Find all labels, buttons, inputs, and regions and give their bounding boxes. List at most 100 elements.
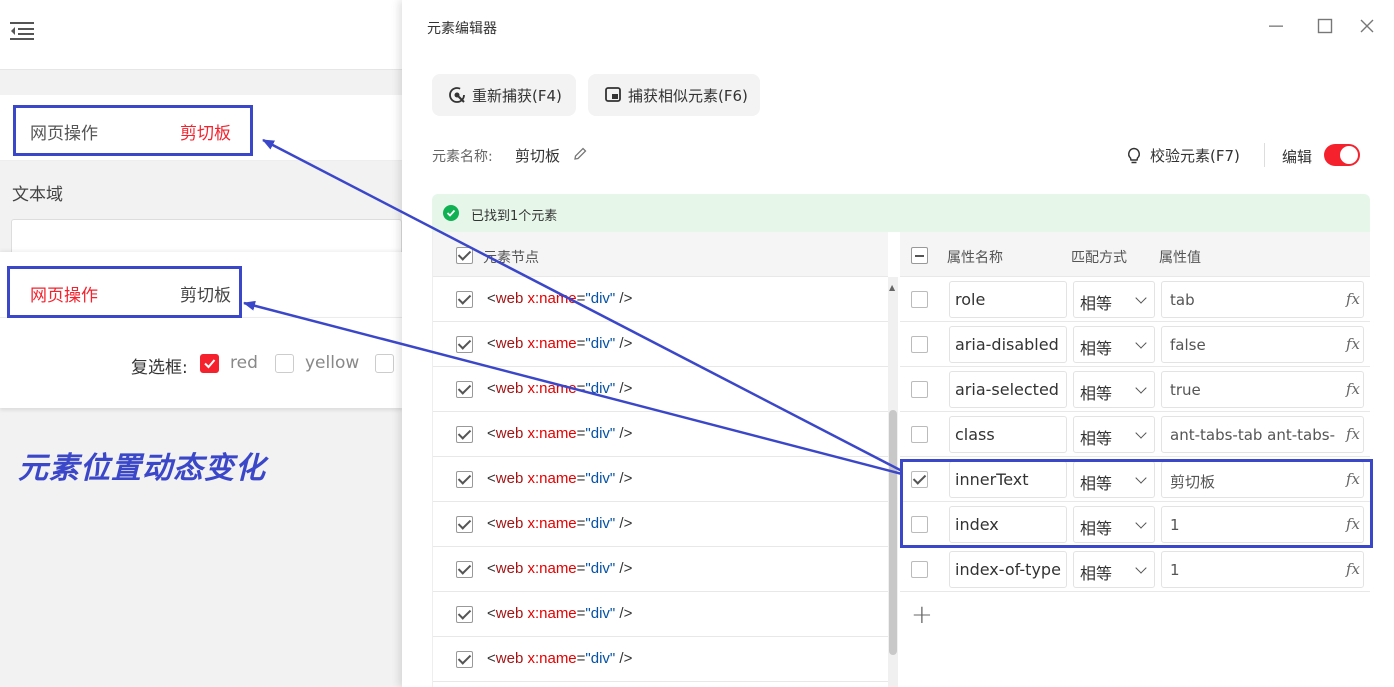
attribute-value-text: true bbox=[1170, 381, 1201, 399]
match-mode-value: 相等 bbox=[1080, 519, 1113, 538]
node-checkbox[interactable] bbox=[456, 516, 473, 533]
checkbox-red[interactable] bbox=[200, 354, 219, 373]
node-row[interactable]: <web x:name="div" /> bbox=[433, 547, 888, 592]
attribute-checkbox[interactable] bbox=[911, 516, 928, 533]
select-all-attributes-checkbox[interactable] bbox=[911, 247, 928, 264]
attribute-panel: 属性名称 匹配方式 属性值 role 相等 tab fx aria-disabled 相等… bbox=[900, 232, 1370, 687]
node-row[interactable]: <web x:name="div" /> bbox=[433, 277, 888, 322]
node-code: <web x:name="div" /> bbox=[487, 605, 633, 622]
capture-similar-icon bbox=[605, 87, 621, 102]
checkbox-yellow[interactable] bbox=[275, 354, 294, 373]
node-row[interactable]: <web x:name="div" /> bbox=[433, 637, 888, 682]
check-icon bbox=[204, 359, 216, 369]
close-icon[interactable] bbox=[1357, 16, 1377, 36]
maximize-icon[interactable] bbox=[1315, 16, 1335, 36]
attribute-value-input[interactable]: true fx bbox=[1161, 371, 1364, 408]
recapture-button[interactable]: 重新捕获(F4) bbox=[432, 74, 576, 116]
node-checkbox[interactable] bbox=[456, 471, 473, 488]
annotation-caption: 元素位置动态变化 bbox=[18, 451, 266, 486]
attribute-value-text: 剪切板 bbox=[1170, 473, 1216, 491]
match-mode-select[interactable]: 相等 bbox=[1073, 506, 1155, 543]
attribute-row: innerText 相等 剪切板 fx bbox=[900, 457, 1370, 502]
node-checkbox[interactable] bbox=[456, 291, 473, 308]
verify-element-button[interactable]: 校验元素(F7) bbox=[1150, 145, 1240, 166]
attribute-checkbox[interactable] bbox=[911, 381, 928, 398]
select-all-nodes-checkbox[interactable] bbox=[456, 247, 473, 264]
scroll-up-icon[interactable]: ▲ bbox=[889, 283, 895, 292]
chevron-down-icon bbox=[1135, 292, 1147, 304]
attribute-checkbox[interactable] bbox=[911, 471, 928, 488]
attribute-name-input[interactable]: index-of-type bbox=[949, 551, 1067, 588]
attribute-checkbox[interactable] bbox=[911, 426, 928, 443]
node-checkbox[interactable] bbox=[456, 336, 473, 353]
match-mode-value: 相等 bbox=[1080, 564, 1113, 583]
node-checkbox[interactable] bbox=[456, 426, 473, 443]
tab-clipboard[interactable]: 剪切板 bbox=[180, 119, 231, 144]
fx-icon[interactable]: fx bbox=[1343, 380, 1360, 398]
node-row[interactable]: <web x:name="div" /> bbox=[433, 592, 888, 637]
node-scrollbar-thumb[interactable] bbox=[889, 410, 897, 655]
capture-similar-button[interactable]: 捕获相似元素(F6) bbox=[588, 74, 760, 116]
attribute-name-input[interactable]: index bbox=[949, 506, 1067, 543]
node-checkbox[interactable] bbox=[456, 561, 473, 578]
tab-web-operation[interactable]: 网页操作 bbox=[30, 119, 98, 144]
checkbox-third[interactable] bbox=[375, 354, 394, 373]
attribute-checkbox[interactable] bbox=[911, 561, 928, 578]
attribute-checkbox[interactable] bbox=[911, 336, 928, 353]
node-checkbox[interactable] bbox=[456, 606, 473, 623]
node-row[interactable]: <web x:name="div" /> bbox=[433, 367, 888, 412]
match-mode-select[interactable]: 相等 bbox=[1073, 281, 1155, 318]
node-row[interactable]: <web x:name="div" /> bbox=[433, 412, 888, 457]
match-mode-select[interactable]: 相等 bbox=[1073, 461, 1155, 498]
node-row[interactable]: <web x:name="div" /> bbox=[433, 322, 888, 367]
fx-icon[interactable]: fx bbox=[1343, 470, 1360, 488]
attribute-value-input[interactable]: tab fx bbox=[1161, 281, 1364, 318]
attribute-value-input[interactable]: ant-tabs-tab ant-tabs-tab-active fx bbox=[1161, 416, 1364, 453]
match-mode-select[interactable]: 相等 bbox=[1073, 551, 1155, 588]
menu-fold-icon[interactable] bbox=[10, 21, 34, 41]
fx-icon[interactable]: fx bbox=[1343, 560, 1360, 578]
recapture-label: 重新捕获(F4) bbox=[472, 86, 562, 105]
found-status-text: 已找到1个元素 bbox=[471, 209, 558, 224]
edit-toggle[interactable] bbox=[1324, 144, 1360, 166]
node-checkbox[interactable] bbox=[456, 651, 473, 668]
attribute-name-input[interactable]: class bbox=[949, 416, 1067, 453]
chevron-down-icon bbox=[1135, 382, 1147, 394]
attribute-row: aria-disabled 相等 false fx bbox=[900, 322, 1370, 367]
checkbox-group-label: 复选框: bbox=[131, 358, 188, 378]
attribute-value-text: 1 bbox=[1170, 561, 1180, 579]
attribute-value-input[interactable]: 1 fx bbox=[1161, 506, 1364, 543]
tab-web-operation[interactable]: 网页操作 bbox=[30, 281, 98, 306]
minimize-icon[interactable] bbox=[1266, 16, 1286, 36]
attribute-value-text: ant-tabs-tab ant-tabs-tab-active bbox=[1170, 426, 1335, 444]
fx-icon[interactable]: fx bbox=[1343, 425, 1360, 443]
attribute-name-input[interactable]: role bbox=[949, 281, 1067, 318]
attribute-checkbox[interactable] bbox=[911, 291, 928, 308]
match-mode-select[interactable]: 相等 bbox=[1073, 326, 1155, 363]
tab-bar-after: 网页操作 剪切板 bbox=[0, 252, 402, 318]
fx-icon[interactable]: fx bbox=[1343, 290, 1360, 308]
node-code: <web x:name="div" /> bbox=[487, 380, 633, 397]
pencil-icon[interactable] bbox=[572, 146, 588, 162]
add-attribute-button[interactable]: + bbox=[911, 600, 933, 630]
tab-clipboard[interactable]: 剪切板 bbox=[180, 281, 231, 306]
attribute-value-input[interactable]: false fx bbox=[1161, 326, 1364, 363]
node-code: <web x:name="div" /> bbox=[487, 560, 633, 577]
match-mode-select[interactable]: 相等 bbox=[1073, 371, 1155, 408]
success-check-icon bbox=[443, 205, 459, 221]
attribute-value-input[interactable]: 1 fx bbox=[1161, 551, 1364, 588]
attribute-name-input[interactable]: aria-selected bbox=[949, 371, 1067, 408]
fx-icon[interactable]: fx bbox=[1343, 335, 1360, 353]
node-checkbox[interactable] bbox=[456, 381, 473, 398]
match-mode-select[interactable]: 相等 bbox=[1073, 416, 1155, 453]
element-name-label: 元素名称: bbox=[432, 149, 493, 165]
node-row[interactable]: <web x:name="div" /> bbox=[433, 502, 888, 547]
attribute-value-text: 1 bbox=[1170, 516, 1180, 534]
attribute-name-input[interactable]: aria-disabled bbox=[949, 326, 1067, 363]
chevron-down-icon bbox=[1135, 427, 1147, 439]
node-row[interactable]: <web x:name="div" /> bbox=[433, 457, 888, 502]
attribute-value-input[interactable]: 剪切板 fx bbox=[1161, 461, 1364, 498]
element-node-panel: 元素节点 <web x:name="div" /> <web x:name="di… bbox=[432, 232, 888, 687]
fx-icon[interactable]: fx bbox=[1343, 515, 1360, 533]
attribute-name-input[interactable]: innerText bbox=[949, 461, 1067, 498]
